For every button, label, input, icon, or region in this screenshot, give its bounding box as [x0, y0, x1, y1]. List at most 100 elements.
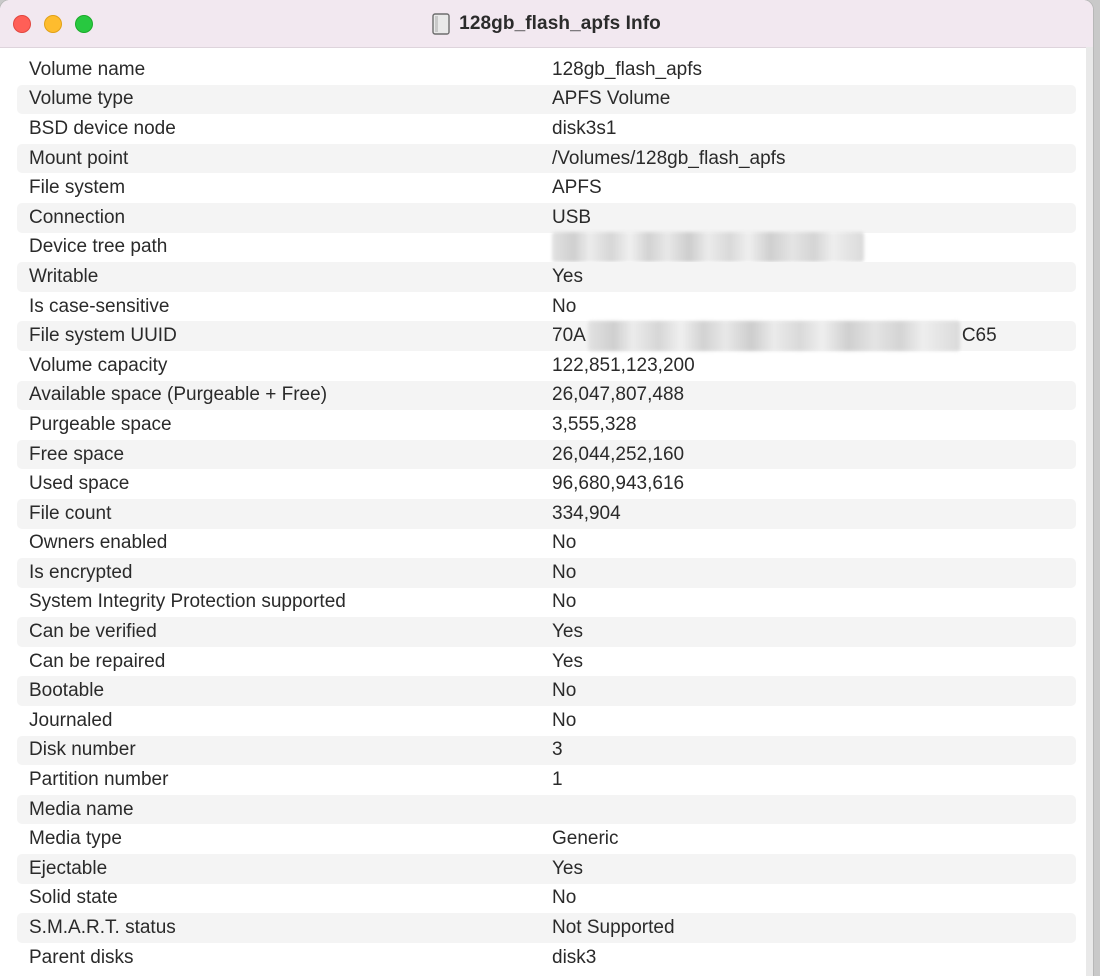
uuid-suffix: C65	[961, 325, 997, 347]
info-row-value: No	[552, 295, 577, 317]
info-row-key: Owners enabled	[29, 532, 168, 554]
info-row-value: 70A C65	[552, 321, 997, 352]
info-row-value: APFS	[552, 177, 602, 199]
info-row-key: File system UUID	[29, 325, 177, 347]
info-row[interactable]: Device tree path	[17, 232, 1076, 263]
info-row-value: Generic	[552, 828, 619, 850]
info-row[interactable]: Available space (Purgeable + Free) 26,047…	[17, 380, 1076, 411]
info-row-key: Device tree path	[29, 236, 168, 258]
window-title-text: 128gb_flash_apfs Info	[459, 12, 661, 34]
info-row-key: Volume name	[29, 58, 146, 80]
info-row[interactable]: File system UUID 70A C65	[17, 321, 1076, 352]
info-row-value: APFS Volume	[552, 88, 671, 110]
info-row-key: Volume capacity	[29, 354, 168, 376]
info-row[interactable]: Connection USB	[17, 202, 1076, 233]
info-row-value: 96,680,943,616	[552, 473, 685, 495]
info-row[interactable]: Is encrypted No	[17, 558, 1076, 588]
info-row-key: System Integrity Protection supported	[29, 591, 346, 613]
info-row-value: No	[552, 561, 577, 583]
info-row-value: No	[552, 532, 577, 554]
info-row-value: 26,044,252,160	[552, 443, 685, 465]
info-row-key: Can be verified	[29, 621, 157, 643]
info-row[interactable]: Partition number 1	[17, 765, 1076, 795]
info-row-value: 3,555,328	[552, 413, 637, 435]
info-row[interactable]: Parent disks disk3	[17, 943, 1076, 973]
info-row-key: Media type	[29, 828, 122, 850]
info-row[interactable]: S.M.A.R.T. status Not Supported	[17, 913, 1076, 943]
info-row-value: Yes	[552, 650, 583, 672]
info-row-value: 334,904	[552, 502, 621, 524]
info-row-key: Used space	[29, 473, 130, 495]
info-row-key: Disk number	[29, 739, 136, 761]
info-row[interactable]: File system APFS	[17, 173, 1076, 203]
info-row-key: S.M.A.R.T. status	[29, 917, 176, 939]
info-row[interactable]: Volume capacity 122,851,123,200	[17, 351, 1076, 381]
info-row-value: USB	[552, 206, 592, 228]
info-row-key: Connection	[29, 206, 126, 228]
info-row-key: Solid state	[29, 887, 118, 909]
info-row[interactable]: Purgeable space 3,555,328	[17, 410, 1076, 440]
info-row-key: Can be repaired	[29, 650, 166, 672]
info-row-value: No	[552, 709, 577, 731]
info-row-value: 128gb_flash_apfs	[552, 58, 703, 80]
title-bar[interactable]: 128gb_flash_apfs Info	[0, 0, 1093, 48]
info-row-value: Yes	[552, 857, 583, 879]
uuid-prefix: 70A	[552, 325, 586, 347]
redacted-blur	[552, 232, 864, 263]
info-row-key: Partition number	[29, 769, 169, 791]
info-row[interactable]: Used space 96,680,943,616	[17, 469, 1076, 499]
info-row-value: disk3s1	[552, 117, 617, 139]
info-row[interactable]: Media name	[17, 794, 1076, 825]
info-row[interactable]: Bootable No	[17, 676, 1076, 707]
info-row-value	[552, 232, 864, 263]
info-row-value: /Volumes/128gb_flash_apfs	[552, 147, 786, 169]
info-row[interactable]: Can be verified Yes	[17, 617, 1076, 647]
document-icon	[432, 12, 450, 35]
info-row-key: Bootable	[29, 680, 105, 702]
info-row-key: Media name	[29, 798, 134, 820]
info-window: 128gb_flash_apfs Info Volume name 128gb_f…	[0, 0, 1093, 976]
info-row-key: Ejectable	[29, 857, 108, 879]
info-row[interactable]: Ejectable Yes	[17, 854, 1076, 884]
info-row-value: 1	[552, 769, 563, 791]
info-row[interactable]: Writable Yes	[17, 262, 1076, 292]
info-row-value: Yes	[552, 265, 583, 287]
info-row[interactable]: Solid state No	[17, 884, 1076, 914]
info-row[interactable]: BSD device node disk3s1	[17, 114, 1076, 144]
info-row-value: 3	[552, 739, 563, 761]
info-row-key: Is case-sensitive	[29, 295, 170, 317]
info-row-value: No	[552, 680, 577, 702]
info-row-key: File count	[29, 502, 112, 524]
window-title: 128gb_flash_apfs Info	[0, 0, 1093, 47]
info-row[interactable]: Volume type APFS Volume	[17, 84, 1076, 115]
info-row-key: Available space (Purgeable + Free)	[29, 384, 328, 406]
info-row[interactable]: Journaled No	[17, 706, 1076, 736]
scrollbar-track[interactable]	[1086, 47, 1093, 976]
info-row-value: 122,851,123,200	[552, 354, 695, 376]
info-row-key: Free space	[29, 443, 125, 465]
info-row[interactable]: Disk number 3	[17, 735, 1076, 766]
info-row[interactable]: Can be repaired Yes	[17, 647, 1076, 677]
info-row-key: Parent disks	[29, 946, 134, 968]
info-row[interactable]: File count 334,904	[17, 498, 1076, 529]
info-row[interactable]: Is case-sensitive No	[17, 292, 1076, 322]
info-row[interactable]: Owners enabled No	[17, 529, 1076, 559]
info-row-value: 26,047,807,488	[552, 384, 685, 406]
info-row-key: Volume type	[29, 88, 134, 110]
info-row-key: Purgeable space	[29, 413, 172, 435]
info-row-key: Is encrypted	[29, 561, 133, 583]
info-row[interactable]: Media type Generic	[17, 824, 1076, 854]
info-table: Volume name 128gb_flash_apfs Volume type AP…	[17, 55, 1076, 972]
info-row[interactable]: Mount point/Volumes/128gb_flash_apfs	[17, 143, 1076, 174]
info-row[interactable]: Volume name 128gb_flash_apfs	[17, 55, 1076, 85]
info-row-value: Yes	[552, 621, 583, 643]
info-row[interactable]: Free space 26,044,252,160	[17, 439, 1076, 470]
info-row-value: No	[552, 591, 577, 613]
info-row-key: Mount point	[29, 147, 129, 169]
info-row[interactable]: System Integrity Protection supported No	[17, 588, 1076, 618]
info-row-value: Not Supported	[552, 917, 675, 939]
info-row-value: disk3	[552, 946, 597, 968]
info-row-key: File system	[29, 177, 126, 199]
info-row-key: Writable	[29, 265, 99, 287]
redacted-blur	[587, 321, 960, 352]
